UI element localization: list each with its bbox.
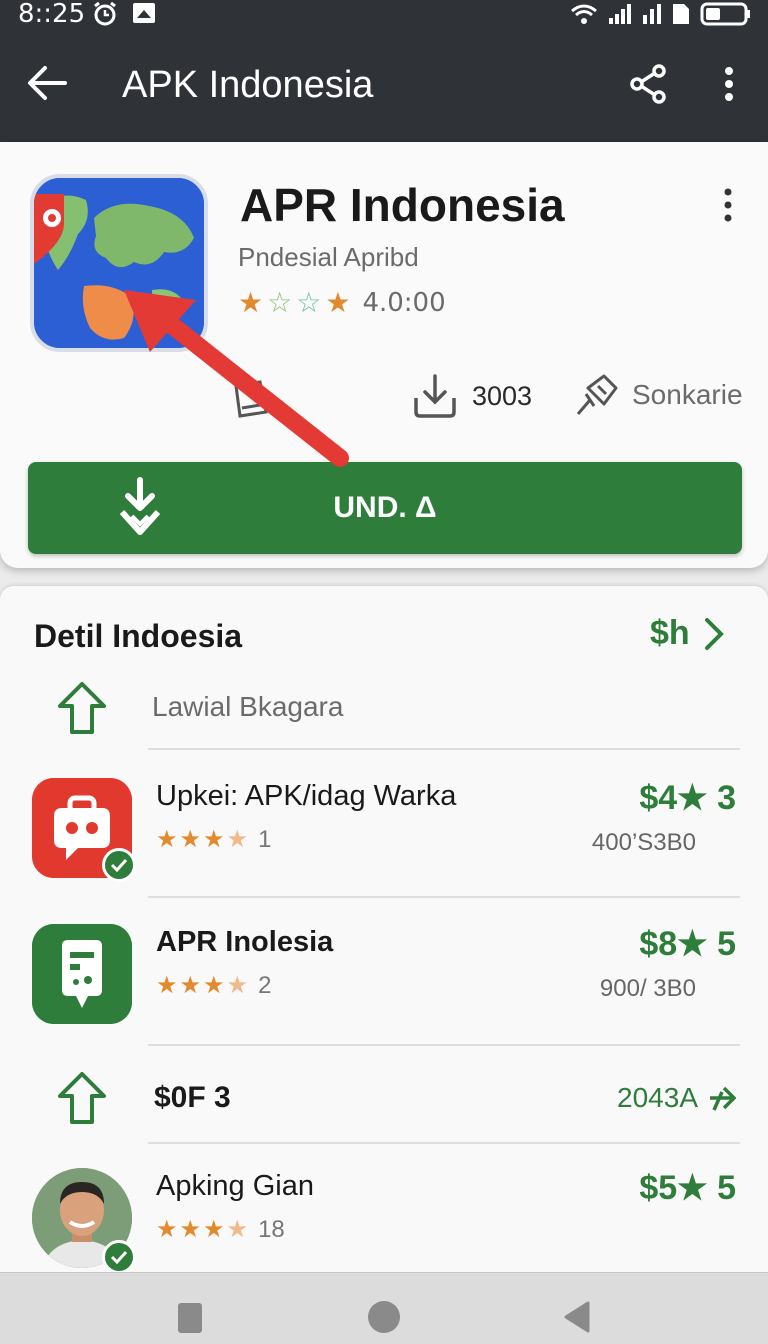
install-button[interactable]: UND. Δ — [28, 462, 742, 554]
details-link[interactable]: $h — [650, 614, 724, 653]
category-label: Sonkarie — [632, 379, 743, 410]
item-price: $5★ 5 — [639, 1169, 736, 1207]
signal-icon-2 — [643, 4, 661, 24]
item-rating: ★ ★ ★ ★ 18 — [156, 1216, 285, 1244]
rating-count: 1 — [258, 826, 272, 853]
developer-name: Pndesial Apribd — [238, 242, 419, 272]
star-outline-icon: ☆ — [267, 287, 293, 318]
item-title: Apking Gian — [156, 1170, 314, 1202]
rating-count: 2 — [258, 972, 272, 999]
list-item[interactable]: Apking Gian ★ ★ ★ ★ 18 $5★ 5 — [0, 1168, 768, 1288]
arrow-up-icon — [58, 1072, 106, 1124]
overflow-menu-button[interactable] — [706, 58, 752, 110]
star-icon: ★ — [179, 1216, 202, 1243]
item-rating: ★ ★ ★ ★ 2 — [156, 972, 271, 1000]
star-icon: ★ — [238, 287, 264, 318]
star-icon: ★ — [179, 972, 202, 999]
details-link-label: $h — [650, 614, 690, 652]
list-item[interactable]: APR Inolesia ★ ★ ★ ★ 2 $8★ 5 900/ 3B0 — [0, 924, 768, 1044]
share-button[interactable] — [622, 58, 674, 110]
star-half-icon: ★ — [226, 1216, 249, 1243]
page-title: APK Indonesia — [122, 64, 374, 106]
alarm-icon — [94, 2, 116, 26]
update-label: $0F 3 — [154, 1081, 231, 1114]
download-icon — [414, 374, 456, 418]
item-price: $4★ 3 — [639, 779, 736, 817]
expand-icon — [710, 1086, 736, 1111]
star-icon: ★ — [203, 826, 225, 853]
app-rating: ★ ☆ ☆ ★ 4.0:00 — [238, 287, 446, 319]
item-title: APR Inolesia — [156, 926, 334, 958]
arrow-left-icon — [28, 66, 67, 100]
system-nav-bar — [0, 1272, 768, 1344]
details-title: Detil Indoesia — [34, 618, 243, 654]
more-vert-icon — [725, 67, 733, 101]
status-bar: 8::25 — [0, 0, 768, 30]
divider — [148, 748, 740, 750]
section-label: Lawial Bkagara — [152, 691, 344, 722]
nav-back-button[interactable] — [562, 1301, 590, 1333]
item-title: Upkei: APK/idag Warka — [156, 780, 457, 812]
wifi-icon — [571, 4, 597, 24]
star-icon: ★ — [156, 1216, 178, 1243]
download-count: 3003 — [412, 372, 532, 420]
star-half-icon: ★ — [226, 972, 249, 999]
verified-check-icon — [102, 1240, 136, 1274]
item-meta: 400’S3B0 — [591, 829, 696, 856]
device-icon — [32, 924, 132, 1024]
rating-value: 4.0:00 — [362, 288, 446, 318]
star-outline-icon: ☆ — [296, 287, 322, 318]
chevron-right-icon — [704, 617, 724, 650]
app-name: APR Indonesia — [240, 179, 565, 231]
star-icon: ★ — [203, 972, 225, 999]
app-bar: APK Indonesia — [0, 30, 768, 142]
status-time: 8::25 — [18, 0, 86, 29]
star-icon: ★ — [203, 1216, 225, 1243]
back-button[interactable] — [22, 58, 72, 108]
category-tag[interactable]: Sonkarie — [572, 372, 743, 418]
divider — [148, 896, 740, 898]
pin-icon — [576, 374, 618, 415]
recent-apps-button[interactable] — [178, 1303, 202, 1333]
rating-count: 18 — [258, 1216, 285, 1243]
download-count-value: 3003 — [472, 380, 533, 411]
item-meta: 900/ 3B0 — [599, 975, 696, 1002]
update-value: 2043A — [617, 1082, 698, 1113]
home-button[interactable] — [368, 1301, 400, 1333]
card-overflow-button[interactable] — [708, 180, 748, 230]
list-item[interactable]: Upkei: APK/idag Warka ★ ★ ★ ★ 1 $4★ 3 40… — [0, 778, 768, 898]
divider — [148, 1142, 740, 1144]
star-icon: ★ — [325, 287, 351, 318]
star-icon: ★ — [179, 826, 202, 853]
sim-icon — [673, 4, 689, 24]
details-card: Detil Indoesia $h Lawial Bkagara Upkei: … — [0, 586, 768, 1286]
star-icon: ★ — [156, 972, 178, 999]
star-half-icon: ★ — [226, 826, 249, 853]
verified-check-icon — [102, 848, 136, 882]
world-map-icon — [30, 174, 208, 352]
item-rating: ★ ★ ★ ★ 1 — [156, 826, 271, 854]
app-header-card: APR Indonesia Pndesial Apribd ★ ☆ ☆ ★ 4.… — [0, 142, 768, 568]
share-icon — [630, 64, 666, 104]
signal-icon — [609, 4, 631, 24]
document-icon — [234, 380, 268, 418]
battery-icon — [700, 2, 750, 26]
divider — [148, 1044, 740, 1046]
install-label: UND. Δ — [333, 491, 437, 524]
more-vert-icon — [724, 188, 732, 222]
star-icon: ★ — [156, 826, 178, 853]
notification-icon — [133, 3, 155, 23]
item-price: $8★ 5 — [639, 925, 736, 963]
arrow-up-icon — [58, 682, 106, 734]
